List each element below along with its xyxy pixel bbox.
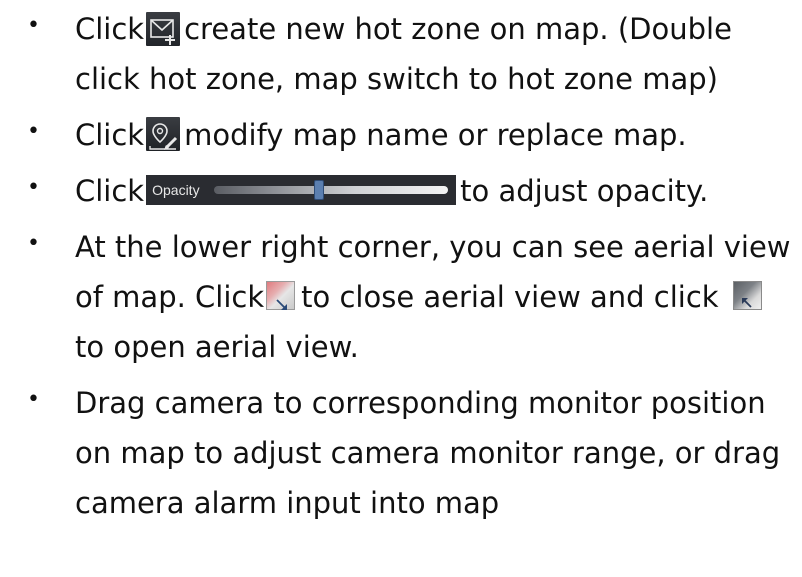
modify-map-icon bbox=[146, 117, 181, 151]
instruction-list: • Click create new hot zone on map. (Dou… bbox=[0, 4, 802, 528]
bullet: • bbox=[27, 387, 40, 412]
item-text: modify map name or replace map. bbox=[184, 118, 687, 152]
opacity-slider-knob bbox=[314, 180, 325, 200]
item-text: to adjust opacity. bbox=[460, 174, 709, 208]
text-line: click hot zone, map switch to hot zone m… bbox=[75, 62, 718, 96]
bullet: • bbox=[27, 175, 40, 200]
bullet: • bbox=[27, 119, 40, 144]
item-text: to close aerial view and click bbox=[301, 280, 719, 314]
text-line: camera alarm input into map bbox=[75, 486, 500, 520]
text-line: of map. Click to close aerial view and c… bbox=[75, 272, 802, 322]
text-line: Click modify map name or replace map. bbox=[75, 110, 802, 160]
text-line: At the lower right corner, you can see a… bbox=[75, 230, 791, 264]
list-item: • Drag camera to corresponding monitor p… bbox=[0, 378, 802, 528]
open-aerial-view-icon bbox=[732, 280, 762, 310]
opacity-slider: Opacity bbox=[146, 175, 457, 205]
item-text: of map. Click bbox=[75, 280, 265, 314]
bullet: • bbox=[27, 231, 40, 256]
item-text: create new hot zone on map. (Double bbox=[184, 12, 732, 46]
bullet: • bbox=[27, 13, 40, 38]
text-line: Click Opacity to adjust opacity. bbox=[75, 166, 802, 216]
item-text: Click bbox=[75, 118, 145, 152]
list-item: • At the lower right corner, you can see… bbox=[0, 222, 802, 372]
opacity-slider-track bbox=[213, 180, 449, 200]
text-line: to open aerial view. bbox=[75, 330, 359, 364]
document-page: • Click create new hot zone on map. (Dou… bbox=[0, 0, 802, 577]
list-item: • Click create new hot zone on map. (Dou… bbox=[0, 4, 802, 104]
text-line: Drag camera to corresponding monitor pos… bbox=[75, 386, 766, 420]
text-line: Click create new hot zone on map. (Doubl… bbox=[75, 4, 802, 54]
list-item: • Click Opacity to adjust opacity. bbox=[0, 166, 802, 216]
list-item: • Click modify map name or replace map. bbox=[0, 110, 802, 160]
item-text: Click bbox=[75, 12, 145, 46]
create-hot-zone-icon bbox=[146, 12, 181, 46]
close-aerial-view-icon bbox=[266, 280, 296, 310]
text-line: on map to adjust camera monitor range, o… bbox=[75, 436, 781, 470]
item-text: Click bbox=[75, 174, 145, 208]
opacity-label: Opacity bbox=[152, 182, 200, 198]
